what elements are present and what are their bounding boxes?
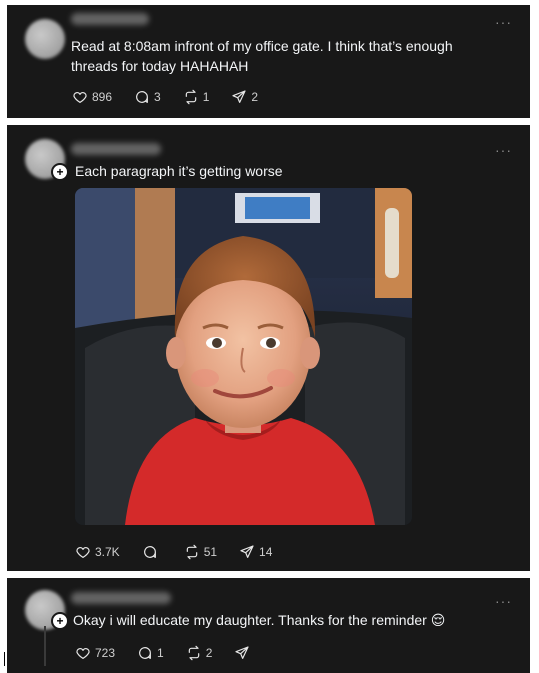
repost-button[interactable]: 1 (183, 89, 210, 105)
reply-button[interactable]: 3 (134, 89, 161, 105)
share-button[interactable]: 2 (231, 89, 258, 105)
more-dots-icon[interactable]: ··· (495, 143, 512, 157)
post-actions: 896 3 1 2 (72, 89, 280, 105)
reply-count: 1 (157, 646, 164, 660)
post-text-body: Okay i will educate my daughter. Thanks … (73, 612, 427, 628)
post-text: Okay i will educate my daughter. Thanks … (73, 610, 513, 630)
repost-icon (188, 645, 199, 661)
thread-connector-line (44, 626, 46, 666)
share-button[interactable] (234, 645, 254, 661)
repost-icon (186, 544, 197, 560)
like-count: 896 (92, 90, 113, 104)
post-text: Each paragraph it’s getting worse (75, 163, 283, 179)
more-dots-icon[interactable]: ··· (495, 15, 512, 29)
reply-button[interactable] (142, 544, 162, 560)
like-button[interactable]: 723 (75, 645, 115, 661)
reply-count: 3 (154, 90, 161, 104)
heart-icon (73, 92, 87, 103)
follow-plus-icon[interactable]: + (51, 163, 69, 181)
username-blurred[interactable] (71, 13, 149, 25)
post-actions: 3.7K 51 14 (75, 544, 294, 560)
photo-of-smiling-child-icon (75, 188, 412, 525)
avatar[interactable] (25, 19, 65, 59)
thread-post-card[interactable]: + ··· Okay i will educate my daughter. T… (7, 578, 530, 673)
repost-button[interactable]: 2 (186, 645, 213, 661)
more-dots-icon[interactable]: ··· (495, 594, 512, 608)
share-button[interactable]: 14 (239, 544, 272, 560)
repost-count: 51 (203, 545, 218, 559)
like-count: 723 (95, 646, 116, 660)
reply-bubble-icon (143, 546, 156, 558)
post-image[interactable] (75, 188, 412, 525)
username-blurred[interactable] (71, 143, 161, 155)
heart-icon (76, 547, 90, 558)
relieved-face-emoji: 😌 (430, 612, 446, 628)
send-icon (232, 90, 247, 103)
heart-icon (76, 648, 90, 659)
repost-count: 2 (205, 646, 213, 660)
thread-post-card[interactable]: + ··· Each paragraph it’s getting worse (7, 125, 530, 571)
repost-button[interactable]: 51 (184, 544, 217, 560)
like-count: 3.7K (95, 545, 120, 559)
post-actions: 723 1 2 (75, 645, 276, 661)
reply-bubble-icon (139, 647, 151, 659)
share-count: 2 (251, 90, 259, 104)
follow-plus-icon[interactable]: + (51, 612, 69, 630)
send-icon (240, 545, 254, 558)
thread-post-card[interactable]: ··· Read at 8:08am infront of my office … (7, 5, 530, 118)
like-button[interactable]: 3.7K (75, 544, 120, 560)
post-text: Read at 8:08am infront of my office gate… (71, 38, 453, 74)
repost-icon (185, 89, 196, 105)
repost-count: 1 (202, 90, 210, 104)
share-count: 14 (259, 545, 273, 559)
reply-bubble-icon (136, 91, 148, 103)
username-blurred[interactable] (71, 592, 171, 604)
send-icon (235, 646, 250, 659)
reply-button[interactable]: 1 (137, 645, 164, 661)
like-button[interactable]: 896 (72, 89, 112, 105)
text-cursor (4, 652, 5, 666)
